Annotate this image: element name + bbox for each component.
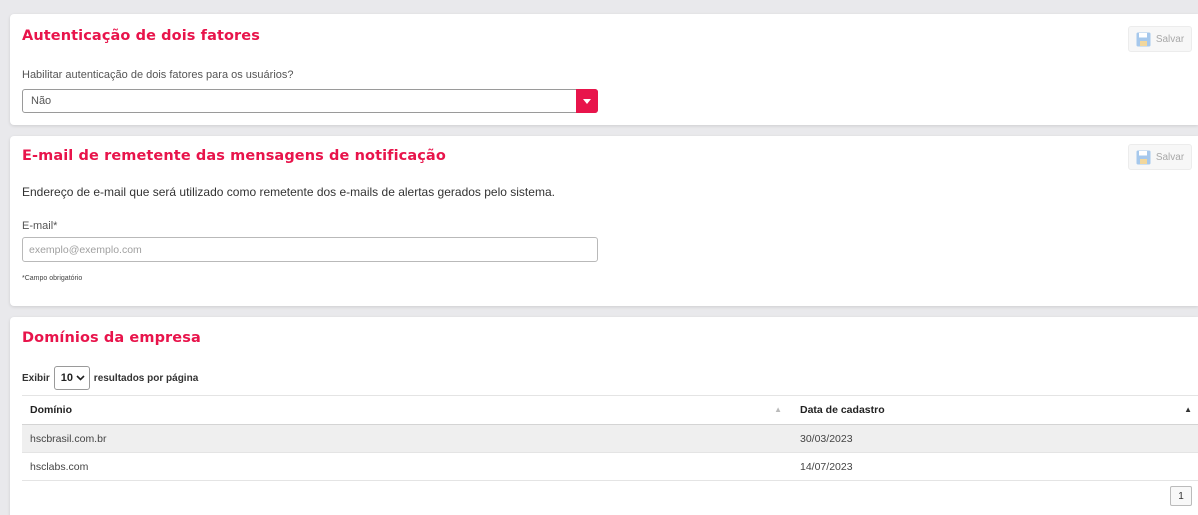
domains-title: Domínios da empresa	[22, 330, 201, 346]
page-length-select[interactable]: 10	[53, 366, 90, 390]
sender-email-description: Endereço de e-mail que será utilizado co…	[22, 185, 555, 199]
two-factor-select[interactable]: Não	[22, 89, 598, 113]
sender-email-card: E-mail de remetente das mensagens de not…	[10, 136, 1198, 306]
column-header-label: Data de cadastro	[800, 404, 885, 416]
date-cell: 30/03/2023	[792, 424, 1198, 453]
sort-asc-icon: ▲	[1184, 405, 1192, 414]
save-button-label: Salvar	[1155, 151, 1185, 163]
save-button-label: Salvar	[1155, 33, 1185, 45]
page-length-prefix: Exibir	[22, 372, 50, 384]
two-factor-title: Autenticação de dois fatores	[22, 28, 260, 44]
chevron-down-icon	[76, 372, 85, 384]
column-header-domain[interactable]: Domínio ▲︎	[22, 395, 792, 425]
sender-email-title: E-mail de remetente das mensagens de not…	[22, 148, 446, 164]
pagination-page-button[interactable]: 1	[1170, 486, 1192, 506]
email-field[interactable]	[22, 237, 598, 262]
two-factor-save-button[interactable]: Salvar	[1128, 26, 1192, 52]
two-factor-card: Autenticação de dois fatores Salvar Habi…	[10, 14, 1198, 125]
domains-card: Domínios da empresa Exibir 10 resultados…	[10, 317, 1198, 515]
required-field-note: *Campo obrigatório	[22, 275, 83, 282]
page-length-value: 10	[60, 372, 74, 384]
sort-icon: ▲︎	[774, 405, 782, 414]
floppy-disk-icon	[1136, 150, 1151, 165]
page-length-control: Exibir 10 resultados por página	[22, 366, 198, 390]
domain-cell: hsclabs.com	[22, 452, 792, 481]
page-length-suffix: resultados por página	[93, 372, 199, 384]
caret-down-icon[interactable]	[576, 89, 598, 113]
two-factor-question-label: Habilitar autenticação de dois fatores p…	[22, 69, 294, 81]
email-field-label: E-mail*	[22, 220, 58, 232]
domains-table: Domínio ▲︎ Data de cadastro ▲ hscbrasil.…	[22, 395, 1198, 481]
floppy-disk-icon	[1136, 32, 1151, 47]
two-factor-select-value: Não	[31, 95, 52, 107]
sender-email-save-button[interactable]: Salvar	[1128, 144, 1192, 170]
column-header-date[interactable]: Data de cadastro ▲	[792, 395, 1198, 425]
domain-cell: hscbrasil.com.br	[22, 424, 792, 453]
date-cell: 14/07/2023	[792, 452, 1198, 481]
table-row: hscbrasil.com.br 30/03/2023	[22, 424, 1198, 453]
column-header-label: Domínio	[30, 404, 72, 416]
table-row: hsclabs.com 14/07/2023	[22, 452, 1198, 481]
table-header-row: Domínio ▲︎ Data de cadastro ▲	[22, 395, 1198, 425]
